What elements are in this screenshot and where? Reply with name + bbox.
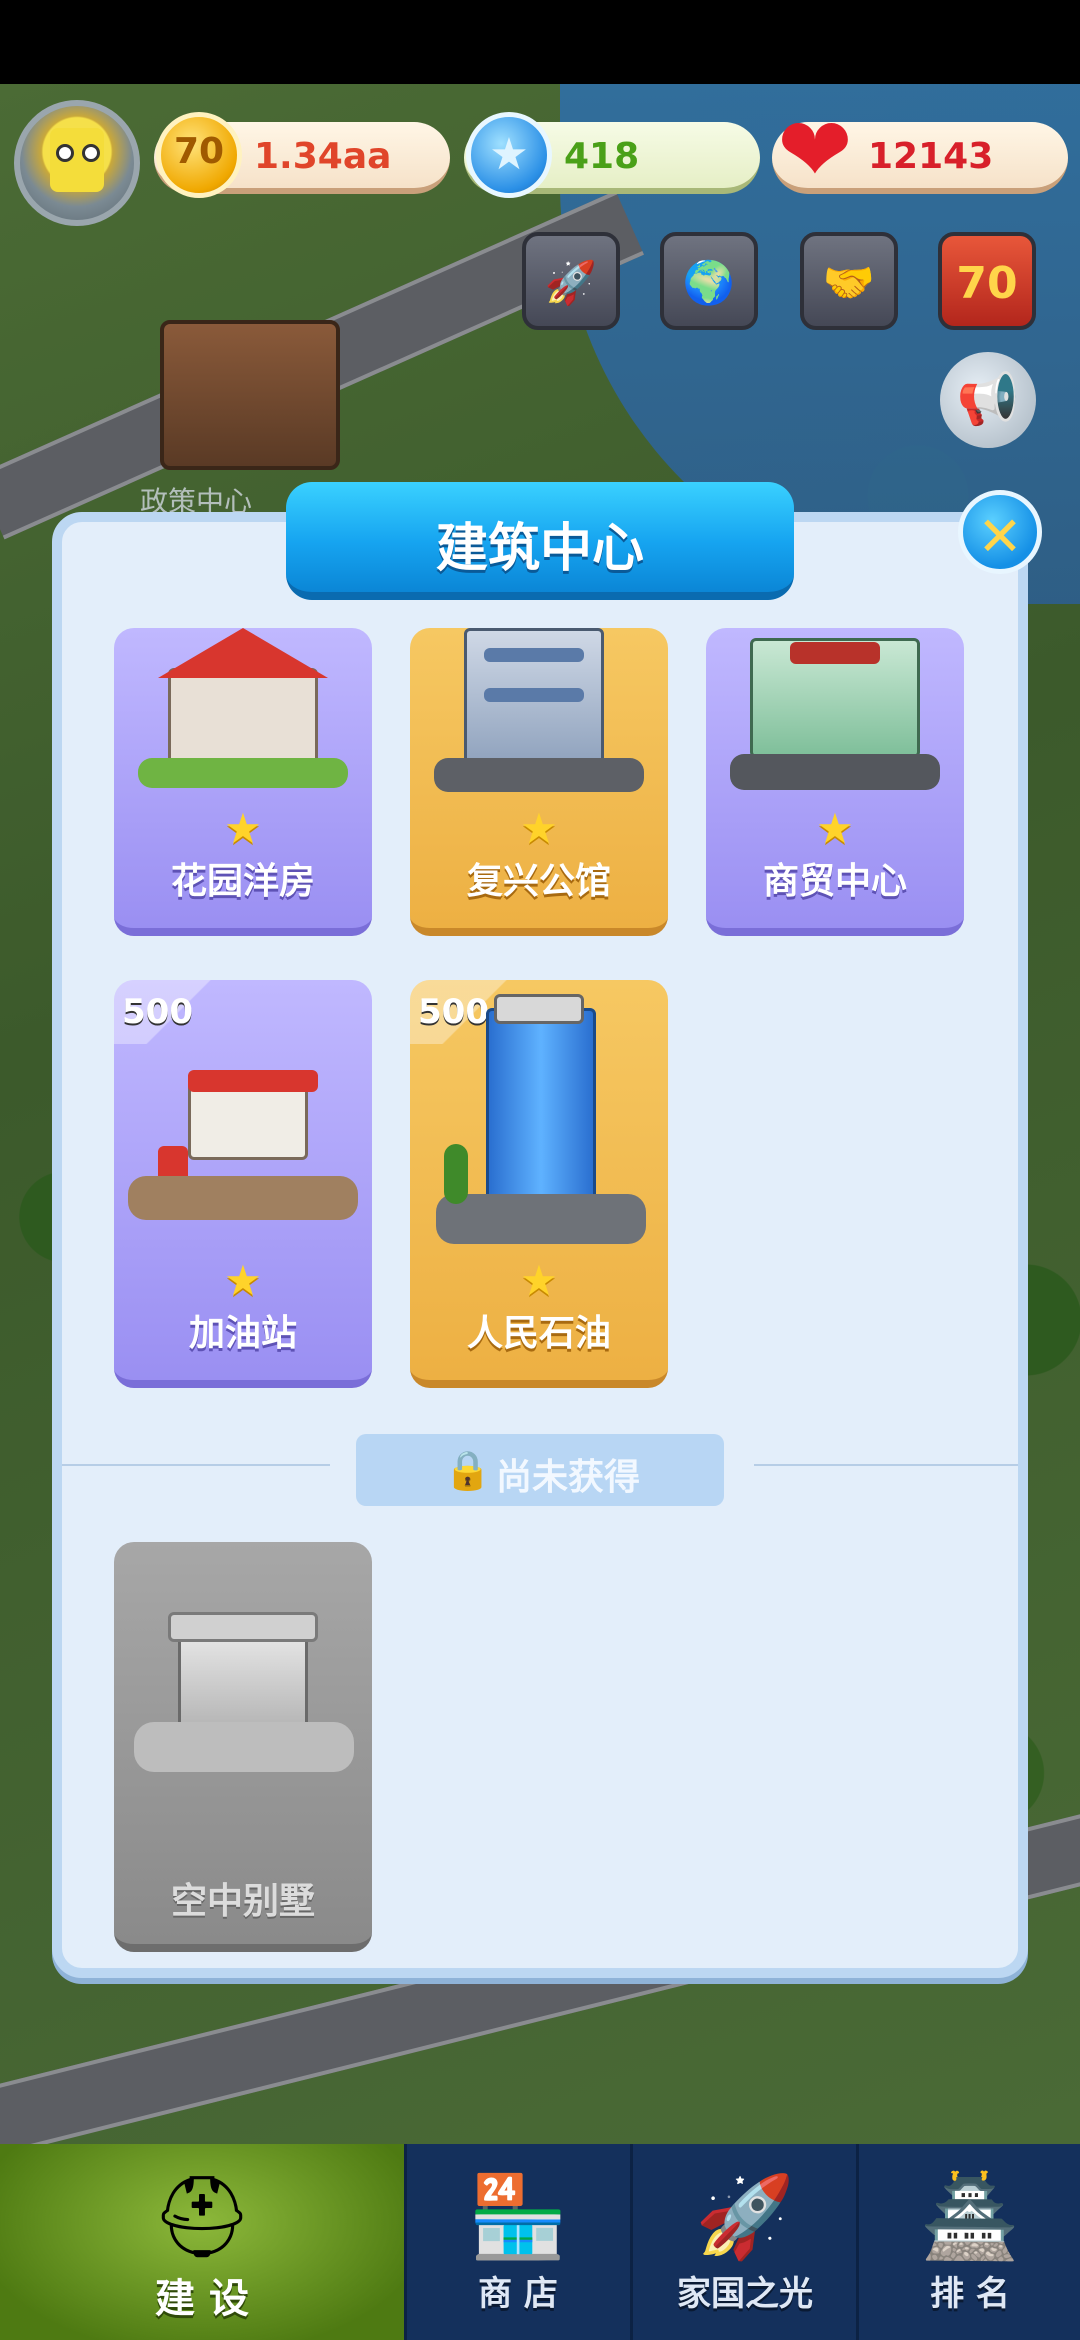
revival-mansion-image [424,628,654,818]
event-feature-button[interactable]: 🚀 [522,232,620,330]
player-avatar[interactable] [14,100,140,226]
lock-icon: 🔒 [444,1448,492,1492]
gem-icon: ★ [466,112,552,198]
coin-icon: 70 [156,112,242,198]
hard-hat-icon: ⛑ [151,2170,253,2263]
nav-shop[interactable]: 🏪 商 店 [408,2144,628,2340]
policy-center-building[interactable] [160,320,340,470]
star-icon: ★ [224,804,262,853]
price-badge: 500 [114,980,224,1044]
rocket-icon: 🚀 [695,2170,795,2263]
anniversary-70-icon: 70 [956,258,1018,309]
building-name: 空中别墅 [170,1881,315,1922]
building-card-sky-villa[interactable]: 空中别墅 [114,1542,372,1952]
close-icon: ✕ [977,505,1023,568]
gem-value: 418 [564,136,640,177]
sky-villa-image [128,1602,358,1792]
star-icon: ★ [520,804,558,853]
building-name: 复兴公馆 [466,861,611,902]
nav-rank[interactable]: 🏯 排 名 [860,2144,1080,2340]
globe-feature-button[interactable]: 🌍 [660,232,758,330]
nav-home-light-label: 家国之光 [677,2274,813,2314]
globe-icon: 🌍 [682,258,736,307]
star-icon: ★ [224,1256,262,1305]
garden-villa-image [128,628,358,818]
building-card-garden-villa[interactable]: ★ 花园洋房 [114,628,372,936]
section-divider [754,1464,1018,1466]
heart-value: 12143 [868,136,994,177]
building-name: 花园洋房 [170,861,315,902]
nav-separator [404,2144,407,2340]
nav-separator [630,2144,633,2340]
building-card-peoples-petroleum[interactable]: 500 ★ 人民石油 [410,980,668,1388]
building-name: 加油站 [188,1313,297,1354]
building-name: 商贸中心 [762,861,907,902]
building-name: 人民石油 [466,1313,611,1354]
rocket-icon: 🚀 [544,258,598,307]
building-card-trade-center[interactable]: ★ 商贸中心 [706,628,964,936]
announcement-button[interactable]: 📢 [940,352,1036,448]
nav-build[interactable]: ⛑ 建 设 [0,2144,404,2340]
status-bar [0,0,1080,84]
shop-icon: 🏪 [468,2170,568,2263]
building-card-revival-mansion[interactable]: ★ 复兴公馆 [410,628,668,936]
trade-center-image [720,628,950,818]
cooperation-feature-button[interactable]: 🤝 [800,232,898,330]
megaphone-icon: 📢 [956,370,1020,428]
gas-station-image [128,1066,358,1256]
peoples-petroleum-image [424,994,654,1244]
locked-section-label: 尚未获得 [496,1457,641,1498]
panel-title: 建筑中心 [435,519,644,579]
nav-build-label: 建 设 [155,2276,249,2322]
locked-section-header: 🔒 尚未获得 [356,1434,724,1506]
nav-home-light[interactable]: 🚀 家国之光 [634,2144,856,2340]
section-divider [62,1464,330,1466]
star-icon: ★ [816,804,854,853]
coin-value: 1.34aa [254,136,392,177]
nav-rank-label: 排 名 [930,2274,1010,2314]
anniversary-feature-button[interactable]: 70 [938,232,1036,330]
panel-title-banner: 建筑中心 [286,482,794,600]
handshake-icon: 🤝 [822,258,876,307]
heart-icon: ❤ [777,98,853,203]
close-button[interactable]: ✕ [958,490,1042,574]
star-icon: ★ [520,1256,558,1305]
building-card-gas-station[interactable]: 500 ★ 加油站 [114,980,372,1388]
ranking-tower-icon: 🏯 [920,2170,1020,2263]
nav-separator [856,2144,859,2340]
nav-shop-label: 商 店 [478,2274,558,2314]
